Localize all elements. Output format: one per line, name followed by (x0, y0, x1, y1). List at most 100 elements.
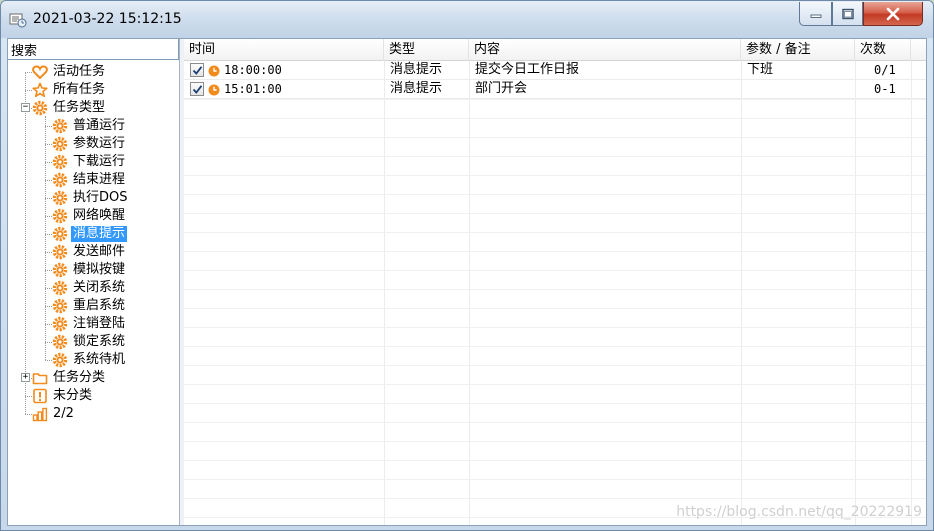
tree-item[interactable]: 锁定系统 (52, 333, 127, 351)
tree-connector (45, 216, 52, 217)
empty-grid-row (184, 403, 926, 404)
tree-item[interactable]: 注销登陆 (52, 315, 127, 333)
collapse-toggle[interactable]: − (21, 103, 30, 112)
tree-item-label: 所有任务 (53, 82, 106, 97)
tree-item[interactable]: 重启系统 (52, 297, 127, 315)
search-label[interactable]: 搜索 (8, 39, 179, 60)
gear-icon (52, 190, 68, 206)
tree-item[interactable]: 活动任务 (32, 63, 107, 81)
row-checkbox[interactable] (190, 82, 204, 96)
bar-chart-icon (32, 406, 48, 422)
tree-item[interactable]: 消息提示 (52, 225, 128, 243)
empty-grid-row (184, 194, 926, 195)
task-count: 0-1 (874, 82, 896, 96)
column-header-count[interactable]: 次数 (855, 39, 911, 61)
task-list: 时间 类型 内容 参数 / 备注 次数 18:00:00 消息提示 提交今日工作… (184, 39, 926, 525)
tree-item[interactable]: 未分类 (32, 387, 94, 405)
gear-icon (52, 280, 68, 296)
tree-item-label: 下载运行 (73, 154, 126, 169)
tree-item[interactable]: 结束进程 (52, 171, 127, 189)
empty-grid-row (184, 213, 926, 214)
column-divider (855, 61, 856, 525)
tree-item-label: 系统待机 (73, 352, 126, 367)
tree-item-label: 2/2 (53, 406, 74, 421)
tree-connector (45, 306, 52, 307)
column-header-params[interactable]: 参数 / 备注 (741, 39, 855, 61)
tree-item-label: 执行DOS (73, 190, 128, 205)
gear-icon (52, 316, 68, 332)
folder-icon (32, 370, 48, 386)
gear-icon (52, 154, 68, 170)
tree-item-label: 关闭系统 (73, 280, 126, 295)
tree-item-label: 普通运行 (73, 118, 126, 133)
task-time: 18:00:00 (224, 63, 282, 77)
maximize-button[interactable] (832, 2, 863, 26)
task-type: 消息提示 (390, 62, 443, 77)
gear-icon (32, 100, 48, 116)
gear-icon (52, 118, 68, 134)
title-bar[interactable]: 2021-03-22 15:12:15 (1, 1, 933, 38)
tree-connector (45, 198, 52, 199)
tree-item[interactable]: 关闭系统 (52, 279, 127, 297)
tree-item[interactable]: 任务类型 (32, 99, 107, 117)
tree-item-label: 任务分类 (53, 370, 106, 385)
gear-icon (52, 208, 68, 224)
table-row[interactable]: 15:01:00 消息提示 部门开会 0-1 (184, 80, 926, 99)
tree-item-label: 重启系统 (73, 298, 126, 313)
tree-item[interactable]: 下载运行 (52, 153, 127, 171)
empty-grid-row (184, 346, 926, 347)
tree-item[interactable]: 发送邮件 (52, 243, 127, 261)
tree-item-label: 锁定系统 (73, 334, 126, 349)
tree-item[interactable]: 任务分类 (32, 369, 107, 387)
close-button[interactable] (863, 2, 923, 26)
tree-connector (45, 180, 52, 181)
tree-connector (45, 126, 52, 127)
table-row[interactable]: 18:00:00 消息提示 提交今日工作日报 下班 0/1 (184, 61, 926, 80)
expand-toggle[interactable]: + (21, 373, 30, 382)
client-area: 搜索 活动任务 所有任务 − 任务类型普通运行参数运行 下载运行结束进程 执行DOS 网络唤… (7, 38, 927, 526)
tree-item-label: 未分类 (53, 388, 93, 403)
tree-connector (45, 270, 52, 271)
tree-item[interactable]: 执行DOS (52, 189, 130, 207)
gear-icon (52, 226, 68, 242)
column-divider (469, 61, 470, 525)
heart-icon (32, 64, 48, 80)
tree-item[interactable]: 2/2 (32, 405, 76, 423)
tree-connector (45, 144, 52, 145)
tree-connector (45, 360, 52, 361)
gear-icon (52, 298, 68, 314)
category-pane: 搜索 活动任务 所有任务 − 任务类型普通运行参数运行 下载运行结束进程 执行DOS 网络唤… (8, 39, 180, 525)
tree-item-label: 消息提示 (71, 226, 128, 242)
row-checkbox[interactable] (190, 63, 204, 77)
column-header-time[interactable]: 时间 (184, 39, 384, 61)
checkmark-icon (192, 65, 202, 75)
tree-item[interactable]: 系统待机 (52, 351, 127, 369)
tree-connector (25, 90, 32, 91)
tree-item[interactable]: 普通运行 (52, 117, 127, 135)
empty-grid-row (184, 422, 926, 423)
empty-grid-row (184, 232, 926, 233)
minimize-button[interactable] (799, 2, 832, 26)
tree-item-label: 网络唤醒 (73, 208, 126, 223)
watermark: https://blog.csdn.net/qq_20222919 (676, 504, 922, 520)
tree-item-label: 任务类型 (53, 100, 106, 115)
tree-item[interactable]: 模拟按键 (52, 261, 127, 279)
empty-grid-row (184, 118, 926, 119)
tree-item[interactable]: 所有任务 (32, 81, 107, 99)
tree-connector (45, 288, 52, 289)
tree-item[interactable]: 参数运行 (52, 135, 127, 153)
app-window: 2021-03-22 15:12:15 搜索 活动任务 所有任务 − 任务类型普通运行… (0, 0, 934, 531)
empty-grid-row (184, 365, 926, 366)
column-header-type[interactable]: 类型 (384, 39, 469, 61)
empty-grid-row (184, 175, 926, 176)
task-params (741, 80, 855, 99)
column-header-content[interactable]: 内容 (469, 39, 741, 61)
column-divider (741, 61, 742, 525)
tree-connector (25, 396, 32, 397)
tree-item[interactable]: 网络唤醒 (52, 207, 127, 225)
tree-connector (25, 414, 32, 415)
gear-icon (52, 352, 68, 368)
empty-grid-row (184, 251, 926, 252)
tree-item-label: 注销登陆 (73, 316, 126, 331)
empty-grid-row (184, 498, 926, 499)
